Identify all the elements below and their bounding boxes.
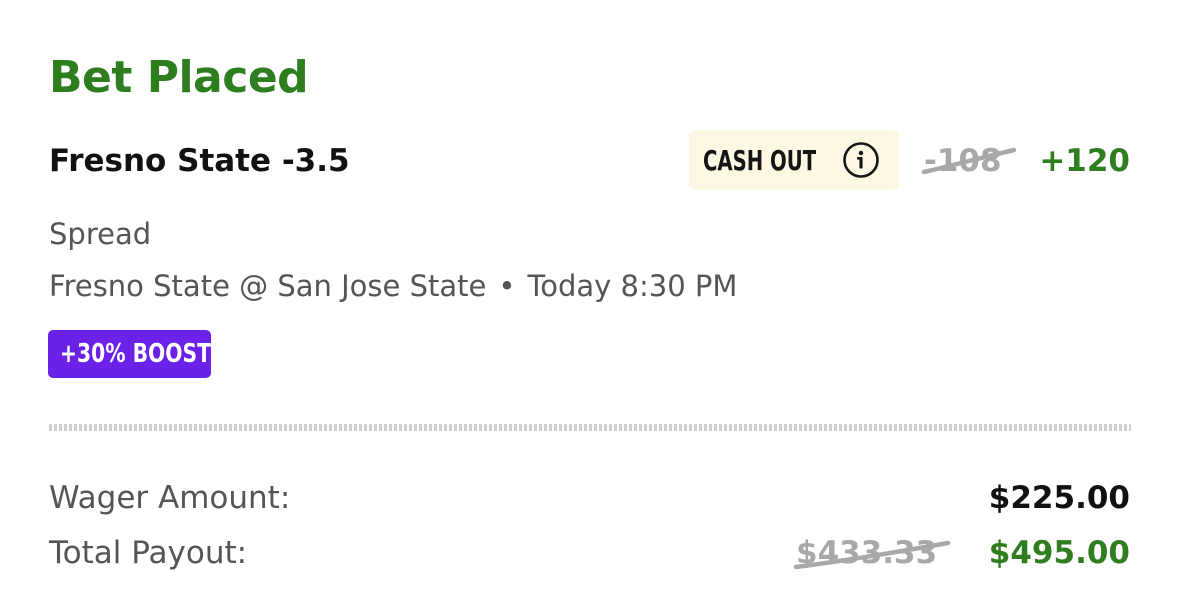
cash-out-label: CASH OUT: [703, 143, 817, 177]
separator-dot: •: [498, 269, 516, 303]
boost-badge: +30% BOOST: [48, 330, 211, 378]
original-payout: $433.33: [796, 535, 938, 571]
page-title: Bet Placed: [49, 52, 309, 103]
market-type: Spread: [49, 217, 152, 251]
cash-out-button[interactable]: CASH OUT: [689, 130, 899, 190]
boosted-payout: $495.00: [988, 535, 1130, 571]
payout-label: Total Payout:: [49, 535, 248, 571]
event-info: Fresno State @ San Jose State • Today 8:30…: [49, 267, 737, 305]
wager-label: Wager Amount:: [49, 480, 291, 516]
info-icon[interactable]: [842, 141, 880, 179]
bet-selection: Fresno State -3.5: [49, 143, 350, 179]
original-odds: -108: [924, 143, 1002, 179]
boost-label: +30% BOOST: [60, 339, 211, 369]
boosted-odds: +120: [1039, 143, 1130, 179]
wager-value: $225.00: [988, 480, 1130, 516]
dotted-divider: [49, 424, 1131, 431]
event-matchup: Fresno State @ San Jose State: [49, 269, 487, 303]
event-time: Today 8:30 PM: [527, 269, 738, 303]
bet-receipt: Bet Placed Fresno State -3.5 CASH OUT -1…: [0, 0, 1179, 598]
